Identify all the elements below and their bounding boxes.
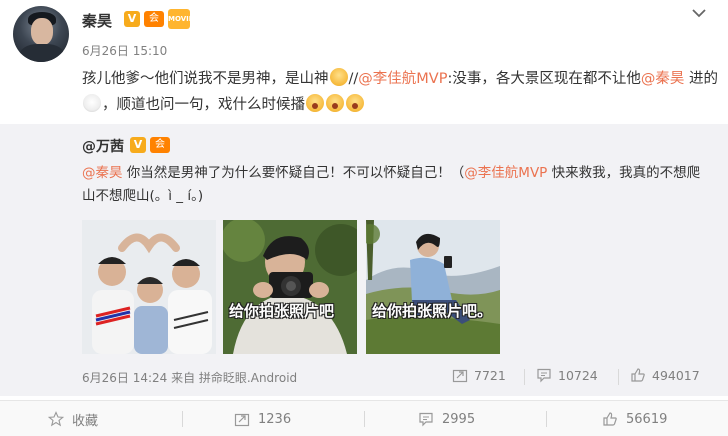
repost-forward-button[interactable]: 7721 bbox=[452, 367, 506, 383]
forward-icon bbox=[452, 369, 468, 383]
repost-like-button[interactable]: 494017 bbox=[630, 367, 700, 383]
comment-button[interactable]: 2995 bbox=[418, 401, 475, 436]
comment-icon bbox=[419, 412, 433, 427]
mention-link[interactable]: @李佳航MVP bbox=[464, 165, 547, 181]
forward-icon bbox=[234, 413, 250, 427]
repost-photo[interactable] bbox=[82, 220, 216, 354]
like-count: 56619 bbox=[626, 411, 668, 427]
repost-comment-count: 10724 bbox=[558, 367, 598, 383]
photo-caption: 给你拍张照片吧。 bbox=[372, 302, 493, 320]
repost-like-count: 494017 bbox=[652, 367, 700, 383]
emoji-icon bbox=[306, 94, 324, 112]
divider bbox=[364, 411, 365, 427]
member-icon[interactable]: 会 bbox=[150, 137, 170, 153]
avatar-face bbox=[31, 18, 53, 45]
repost-username[interactable]: @万茜 bbox=[82, 136, 124, 156]
forward-button[interactable]: 1236 bbox=[234, 401, 291, 436]
mention-link[interactable]: @李佳航MVP bbox=[358, 71, 447, 87]
avatar-body bbox=[19, 44, 65, 62]
repost-box: @万茜 V 会 @秦昊 你当然是男神了为什么要怀疑自己！不可以怀疑自己！（@李佳… bbox=[0, 124, 728, 396]
photo-illustration bbox=[223, 220, 357, 354]
repost-text: @秦昊 你当然是男神了为什么要怀疑自己！不可以怀疑自己！（@李佳航MVP 快来救… bbox=[82, 162, 712, 208]
repost-meta[interactable]: 6月26日 14:24 来自 拼命眨眼.Android bbox=[82, 369, 297, 386]
post-text-part: // bbox=[348, 71, 359, 87]
emoji-icon bbox=[83, 94, 101, 112]
repost-photo[interactable]: 给你拍张照片吧。 bbox=[366, 220, 500, 354]
post-text-part: 孩儿他爹～他们说我不是男神，是山神 bbox=[82, 71, 329, 87]
post-text: 孩儿他爹～他们说我不是男神，是山神 //@李佳航MVP:没事，各大景区现在都不让他… bbox=[82, 66, 718, 118]
comment-icon bbox=[537, 368, 551, 383]
like-button[interactable]: 56619 bbox=[602, 401, 667, 436]
post-text-part: ，顺道也问一句，戏什么时候播 bbox=[102, 97, 305, 113]
emoji-icon bbox=[326, 94, 344, 112]
photo-caption: 给你拍张照片吧 bbox=[229, 302, 335, 320]
like-icon bbox=[603, 412, 617, 426]
post-text-part: 进的 bbox=[684, 71, 718, 87]
verified-icon: V bbox=[130, 137, 146, 153]
post-time[interactable]: 6月26日 15:10 bbox=[82, 42, 167, 59]
menu-icon[interactable] bbox=[690, 6, 708, 20]
mention-link[interactable]: @秦昊 bbox=[82, 165, 123, 181]
divider bbox=[182, 411, 183, 427]
avatar[interactable] bbox=[13, 6, 69, 62]
verified-icon: V bbox=[124, 11, 140, 27]
mention-link[interactable]: @秦昊 bbox=[641, 71, 685, 87]
repost-text-part: 你当然是男神了为什么要怀疑自己！不可以怀疑自己！（ bbox=[122, 165, 465, 181]
divider bbox=[524, 369, 525, 385]
favorite-button[interactable]: 收藏 bbox=[48, 401, 98, 436]
star-icon bbox=[48, 411, 64, 427]
emoji-icon bbox=[329, 68, 348, 86]
comment-count: 2995 bbox=[442, 411, 476, 427]
forward-count: 1236 bbox=[258, 411, 292, 427]
favorite-label: 收藏 bbox=[72, 413, 99, 429]
photo-illustration bbox=[366, 220, 500, 354]
divider bbox=[546, 411, 547, 427]
photo-illustration bbox=[82, 220, 216, 354]
weibo-card: 秦昊 V 会 MOVIE 6月26日 15:10 孩儿他爹～他们说我不是男神，是… bbox=[0, 0, 728, 436]
repost-photo[interactable]: 给你拍张照片吧 bbox=[223, 220, 357, 354]
repost-comment-button[interactable]: 10724 bbox=[536, 367, 598, 383]
divider bbox=[618, 369, 619, 385]
repost-forward-count: 7721 bbox=[474, 367, 506, 383]
like-icon bbox=[631, 368, 645, 382]
username[interactable]: 秦昊 bbox=[82, 10, 112, 31]
action-bar: 收藏 1236 2995 56619 bbox=[0, 400, 728, 436]
member-icon[interactable]: 会 bbox=[144, 11, 164, 27]
movie-icon[interactable]: MOVIE bbox=[168, 9, 194, 29]
post-text-part: :没事，各大景区现在都不让他 bbox=[447, 71, 641, 87]
emoji-icon bbox=[346, 94, 364, 112]
